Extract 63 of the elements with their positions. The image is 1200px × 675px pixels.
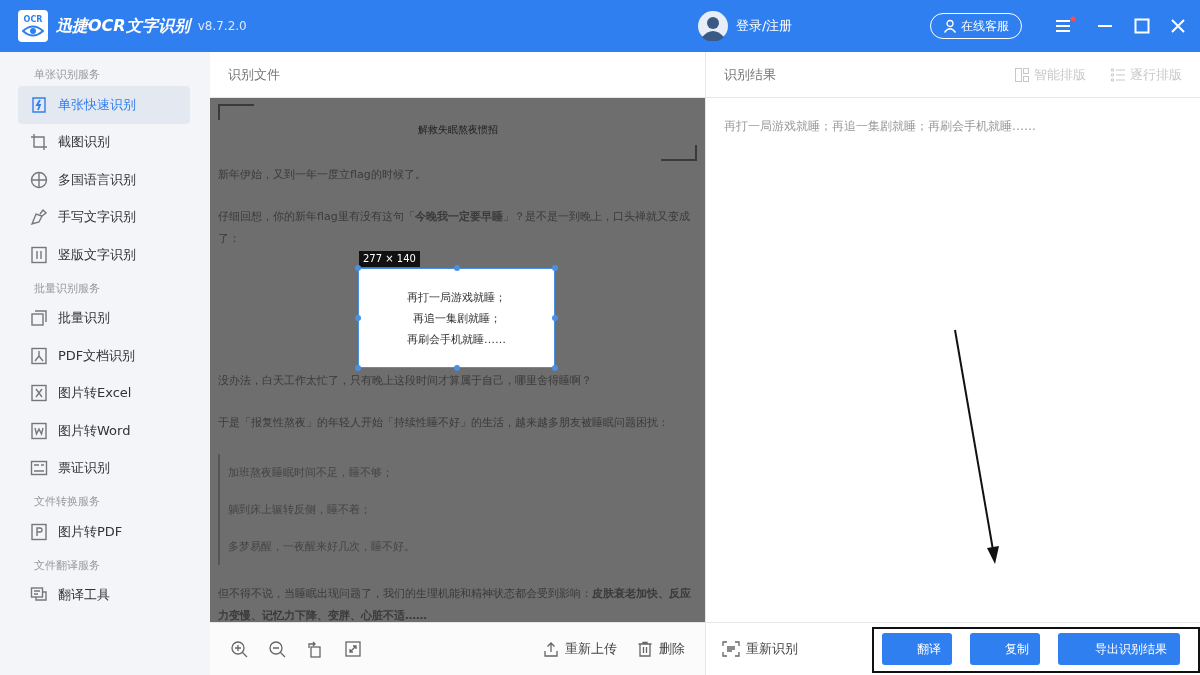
app-version: v8.7.2.0 (197, 19, 247, 33)
resize-handle[interactable] (552, 365, 558, 371)
action-button[interactable]: 导出识别结果 (1058, 633, 1180, 665)
avatar-icon[interactable] (698, 11, 728, 41)
selection-size: 277 × 140 (359, 251, 420, 267)
card-icon (30, 459, 48, 478)
section-title: 单张识别服务 (33, 67, 101, 83)
excel-icon (30, 384, 48, 403)
section-title: 批量识别服务 (33, 280, 101, 297)
close-icon[interactable] (1170, 18, 1186, 34)
sidebar-item[interactable]: 截图识别 (18, 123, 190, 161)
sidebar-item[interactable]: 图片转Word (18, 412, 190, 450)
document-heading: 解救失眠熬夜惯招 (417, 123, 498, 137)
section-title: 文件翻译服务 (33, 557, 101, 574)
resize-handle[interactable] (552, 265, 558, 271)
word-icon (30, 421, 48, 440)
zoom-in-icon[interactable] (230, 640, 248, 658)
resize-handle[interactable] (355, 265, 361, 271)
result-text: 再打一局游戏就睡；再追一集剧就睡；再刷会手机就睡…… (724, 118, 1037, 135)
fit-icon[interactable] (344, 640, 362, 658)
sidebar-item[interactable]: 翻译工具 (18, 576, 190, 614)
scan-icon (722, 641, 740, 657)
sidebar-item[interactable]: 多国语言识别 (18, 161, 190, 199)
resize-handle[interactable] (355, 365, 361, 371)
globe-icon (30, 170, 48, 189)
selected-text-line: 再追一集剧就睡； (412, 310, 501, 327)
corner-mark (661, 145, 697, 161)
pdf-icon (30, 346, 48, 365)
action-button[interactable]: 翻译 (882, 633, 952, 665)
person-icon (943, 19, 957, 33)
batch-icon (30, 309, 48, 328)
reupload-link[interactable]: 重新上传 (543, 640, 617, 658)
list-icon (1110, 66, 1126, 83)
columns-icon (1014, 66, 1030, 83)
selected-text-line: 再刷会手机就睡…… (407, 331, 506, 348)
delete-link[interactable]: 删除 (637, 640, 685, 658)
sidebar-item[interactable]: 图片转Excel (18, 374, 190, 412)
rotate-icon[interactable] (306, 640, 324, 658)
resize-handle[interactable] (355, 315, 361, 321)
sidebar-item[interactable]: 竖版文字识别 (18, 236, 190, 274)
resize-handle[interactable] (552, 315, 558, 321)
trash-icon (637, 641, 653, 657)
sidebar-item[interactable]: 图片转PDF (18, 513, 190, 551)
resize-handle[interactable] (454, 265, 460, 271)
resize-handle[interactable] (454, 365, 460, 371)
sidebar-item[interactable]: 批量识别 (18, 299, 190, 337)
login-link[interactable]: 登录/注册 (736, 17, 793, 35)
maximize-icon[interactable] (1134, 18, 1150, 34)
sidebar-item[interactable]: 手写文字识别 (18, 198, 190, 236)
logo-icon: OCR (18, 10, 48, 42)
upload-icon (543, 641, 559, 657)
zoom-out-icon[interactable] (268, 640, 286, 658)
sidebar-item[interactable]: 票证识别 (18, 449, 190, 487)
sidebar-item[interactable]: PDF文档识别 (18, 337, 190, 375)
selected-text-line: 再打一局游戏就睡； (407, 289, 506, 306)
pen-icon (30, 208, 48, 227)
corner-mark (218, 104, 254, 120)
reidentify-link[interactable]: 重新识别 (722, 640, 798, 658)
crop-icon (30, 133, 48, 152)
panel-title: 识别文件 (228, 65, 280, 84)
action-button[interactable]: 复制 (970, 633, 1040, 665)
panel-title: 识别结果 (724, 65, 776, 84)
section-title: 文件转换服务 (33, 494, 101, 510)
